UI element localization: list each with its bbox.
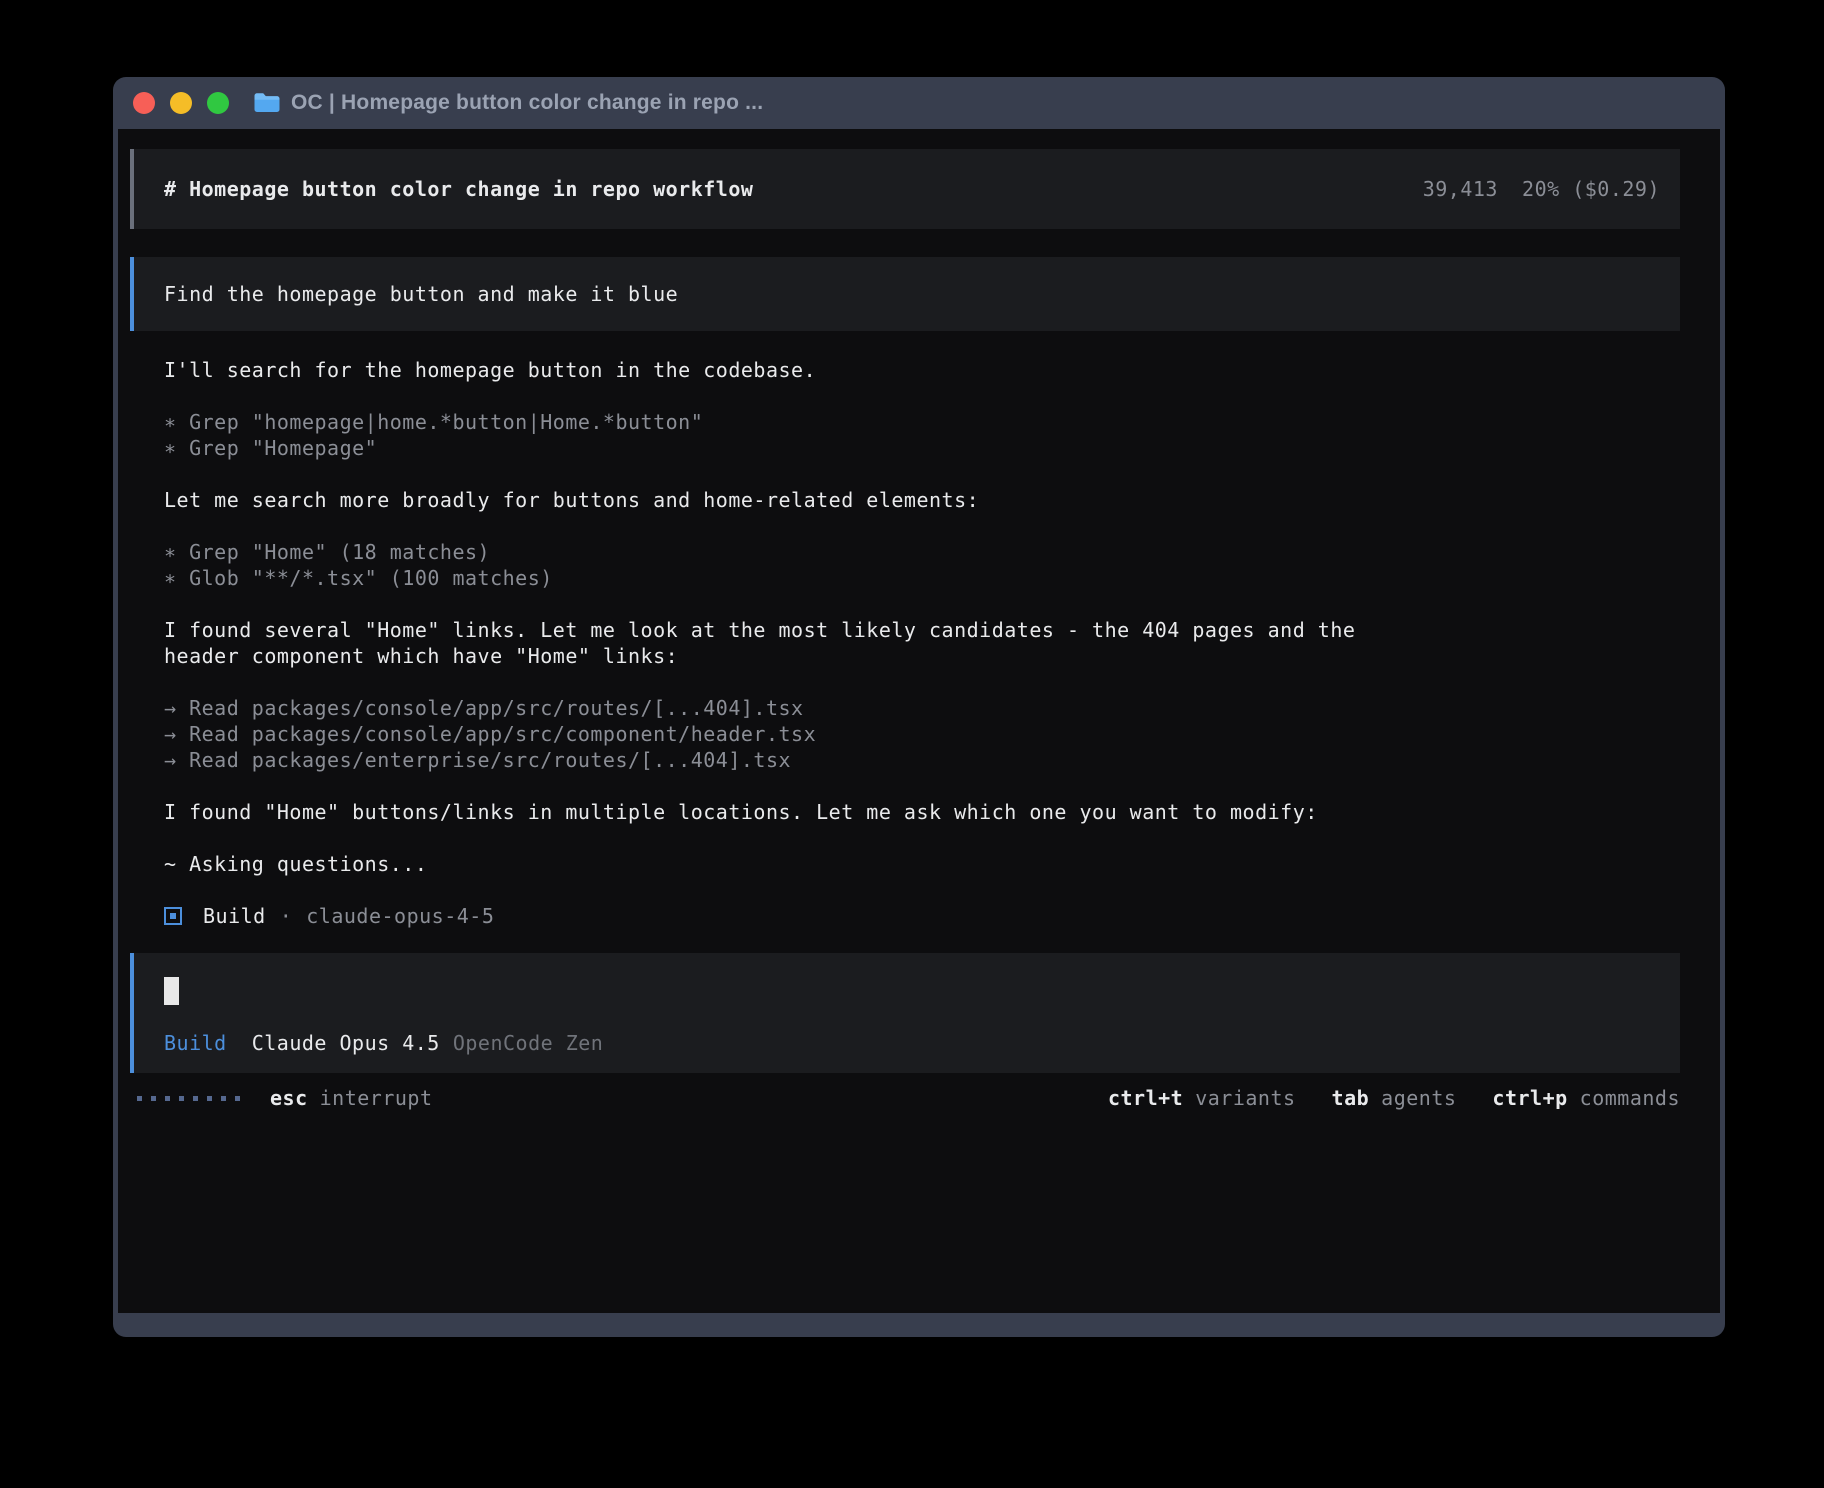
traffic-lights	[133, 92, 229, 114]
session-stats: 39,413 20% ($0.29)	[1423, 176, 1660, 202]
close-window-button[interactable]	[133, 92, 155, 114]
terminal-content: # Homepage button color change in repo w…	[118, 129, 1720, 1313]
paragraph-line: I found several "Home" links. Let me loo…	[164, 618, 1355, 642]
spinner-dot	[137, 1096, 142, 1101]
agent-build-icon	[164, 907, 182, 925]
assistant-paragraph-1: I'll search for the homepage button in t…	[130, 357, 1680, 383]
shortcut-commands: ctrl+p commands	[1492, 1085, 1680, 1111]
status-bar-right: ctrl+t variants tab agents ctrl+p comman…	[1108, 1085, 1680, 1111]
model-status-row: Build Claude Opus 4.5 OpenCode Zen	[164, 1030, 1660, 1056]
status-bar-left: esc interrupt	[137, 1085, 433, 1111]
assistant-paragraph-4: I found "Home" buttons/links in multiple…	[130, 799, 1680, 825]
folder-icon	[253, 92, 280, 114]
session-header: # Homepage button color change in repo w…	[130, 149, 1680, 229]
session-title: # Homepage button color change in repo w…	[164, 176, 753, 202]
shortcut-key: ctrl+t	[1108, 1085, 1183, 1111]
shortcut-agents: tab agents	[1332, 1085, 1457, 1111]
status-bar: esc interrupt ctrl+t variants tab agents…	[130, 1085, 1680, 1111]
agent-model: claude-opus-4-5	[306, 903, 494, 929]
tool-call-read: → Read packages/enterprise/src/routes/[.…	[164, 747, 1680, 773]
spinner-dot	[193, 1096, 198, 1101]
shortcut-label: variants	[1195, 1085, 1295, 1111]
assistant-paragraph-2: Let me search more broadly for buttons a…	[130, 487, 1680, 513]
assistant-paragraph-3: I found several "Home" links. Let me loo…	[130, 617, 1680, 669]
text-cursor	[164, 977, 179, 1005]
esc-key: esc	[270, 1085, 308, 1111]
token-count: 39,413	[1423, 176, 1498, 202]
minimize-window-button[interactable]	[170, 92, 192, 114]
spinner-dots	[137, 1096, 240, 1101]
spinner-dot	[179, 1096, 184, 1101]
context-percent-cost: 20% ($0.29)	[1522, 176, 1660, 202]
tool-call-read: → Read packages/console/app/src/routes/[…	[164, 695, 1680, 721]
agent-mode-label: Build	[164, 1031, 227, 1055]
shortcut-label: agents	[1381, 1085, 1456, 1111]
terminal-window: OC | Homepage button color change in rep…	[113, 77, 1725, 1337]
spinner-dot	[151, 1096, 156, 1101]
spinner-dot	[165, 1096, 170, 1101]
tool-call-group-2: ∗ Grep "Home" (18 matches) ∗ Glob "**/*.…	[130, 539, 1680, 591]
window-bottom-frame	[113, 1313, 1725, 1337]
model-name: Claude Opus 4.5	[252, 1031, 440, 1055]
tool-call-grep: ∗ Grep "Home" (18 matches)	[164, 539, 1680, 565]
agent-separator: ·	[280, 903, 293, 929]
assistant-status-asking: ~ Asking questions...	[130, 851, 1680, 877]
spinner-dot	[221, 1096, 226, 1101]
maximize-window-button[interactable]	[207, 92, 229, 114]
shortcut-key: tab	[1332, 1085, 1370, 1111]
paragraph-line: header component which have "Home" links…	[164, 644, 678, 668]
tool-call-read: → Read packages/console/app/src/componen…	[164, 721, 1680, 747]
tool-call-grep: ∗ Grep "homepage|home.*button|Home.*butt…	[164, 409, 1680, 435]
spinner-dot	[235, 1096, 240, 1101]
agent-name: Build	[203, 903, 266, 929]
window-title: OC | Homepage button color change in rep…	[291, 91, 763, 115]
tool-call-grep: ∗ Grep "Homepage"	[164, 435, 1680, 461]
prompt-input[interactable]: Build Claude Opus 4.5 OpenCode Zen	[130, 953, 1680, 1073]
tool-call-glob: ∗ Glob "**/*.tsx" (100 matches)	[164, 565, 1680, 591]
shortcut-key: ctrl+p	[1492, 1085, 1567, 1111]
provider-name: OpenCode Zen	[453, 1031, 604, 1055]
user-message-text: Find the homepage button and make it blu…	[164, 282, 678, 306]
shortcut-label: commands	[1580, 1085, 1680, 1111]
user-message: Find the homepage button and make it blu…	[130, 257, 1680, 331]
tool-call-group-3: → Read packages/console/app/src/routes/[…	[130, 695, 1680, 773]
shortcut-variants: ctrl+t variants	[1108, 1085, 1296, 1111]
spinner-dot	[207, 1096, 212, 1101]
esc-label: interrupt	[320, 1085, 433, 1111]
agent-status-line: Build · claude-opus-4-5	[130, 903, 1680, 929]
window-titlebar[interactable]: OC | Homepage button color change in rep…	[113, 77, 1725, 129]
tool-call-group-1: ∗ Grep "homepage|home.*button|Home.*butt…	[130, 409, 1680, 461]
input-cursor-line	[164, 978, 1660, 1004]
